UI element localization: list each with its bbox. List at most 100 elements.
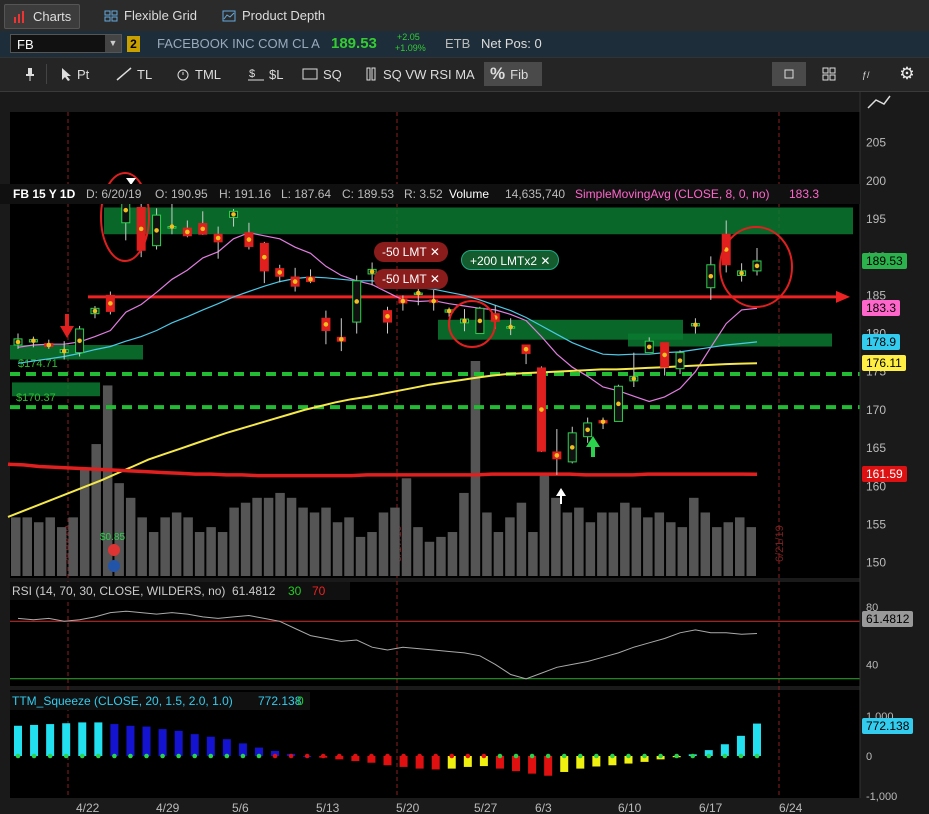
link-group-badge[interactable]: 2 xyxy=(127,36,140,52)
volume-bar xyxy=(528,532,538,576)
squeeze-dot xyxy=(738,753,744,759)
drawing-toolbar: Pt TL TML $ $L SQ SQ VW RSI MA % Fib ƒ/ ⚙ xyxy=(0,58,929,92)
up-arrow-icon xyxy=(560,496,562,504)
squeeze-dot xyxy=(353,753,358,759)
tool-label: Pt xyxy=(77,66,90,82)
square-tool-button[interactable]: SQ xyxy=(296,62,348,86)
candle-dot xyxy=(92,308,98,314)
squeeze-dot xyxy=(176,753,181,759)
pin-icon xyxy=(26,68,34,81)
fib-tool-button[interactable]: % Fib xyxy=(484,62,542,86)
volume-bar xyxy=(252,497,262,576)
candle-dot xyxy=(292,279,298,284)
volume-bar xyxy=(574,507,584,576)
svg-text:ƒ/: ƒ/ xyxy=(862,70,870,80)
squeeze-dot xyxy=(208,753,214,759)
last-price-label: 189.53 xyxy=(862,252,907,269)
pointer-tool-button[interactable]: Pt xyxy=(54,62,95,86)
price-level-tool-button[interactable]: $ $L xyxy=(242,62,289,86)
tml-tool-button[interactable]: TML xyxy=(170,62,227,86)
dollar-line-icon: $ xyxy=(248,68,264,81)
ttm-histogram-bar xyxy=(174,730,183,756)
gear-icon: ⚙ xyxy=(899,64,915,83)
squeeze-dot xyxy=(240,753,246,759)
grid-layout-button[interactable] xyxy=(812,62,846,86)
close-icon[interactable]: ✕ xyxy=(430,245,440,259)
volume-bar xyxy=(332,522,343,576)
candle-dot xyxy=(369,269,375,274)
candle-dot xyxy=(400,298,406,304)
squeeze-dot xyxy=(545,753,551,759)
buy-limit-order[interactable]: +200 LMTx2 ✕ xyxy=(461,250,560,270)
volume-bar xyxy=(160,517,170,576)
squeeze-dot xyxy=(112,753,117,759)
close-icon[interactable]: ✕ xyxy=(430,272,440,286)
info-sma-value: 183.3 xyxy=(789,187,820,201)
ttm-histogram-bar xyxy=(753,723,761,756)
ttm-histogram-bar xyxy=(30,724,39,756)
ttm-histogram-bar xyxy=(46,724,55,756)
single-layout-button[interactable] xyxy=(772,62,806,86)
symbol-input[interactable]: FB ▼ xyxy=(10,34,122,53)
candle-dot xyxy=(15,339,21,345)
volume-bar xyxy=(148,532,159,576)
symbol-bar: FB ▼ 2 FACEBOOK INC COM CL A 189.53 +2.0… xyxy=(0,31,929,58)
info-sma-study: SimpleMovingAvg (CLOSE, 8, 0, no) xyxy=(575,187,770,201)
squeeze-dot xyxy=(256,753,262,759)
chart-area[interactable]: 4/19/195/17/196/21/192052001951901851801… xyxy=(0,92,929,814)
volume-bar xyxy=(355,536,366,576)
study-template-button[interactable]: SQ VW RSI MA xyxy=(358,62,481,86)
chevron-down-icon[interactable]: ▼ xyxy=(105,35,121,52)
company-name: FACEBOOK INC COM CL A xyxy=(157,36,320,51)
squeeze-dot xyxy=(513,753,519,759)
info-close: C: 189.53 xyxy=(342,187,395,201)
volume-bar xyxy=(171,512,182,576)
volume-bar xyxy=(263,497,274,576)
volume-bar xyxy=(68,517,78,576)
volume-bar xyxy=(33,522,44,576)
trendline-icon xyxy=(116,67,132,81)
squeeze-dot xyxy=(433,753,438,759)
x-axis-label: 4/29 xyxy=(156,801,180,814)
studies-icon: ƒ/ xyxy=(862,70,870,80)
squeeze-dot xyxy=(706,753,712,759)
volume-bar xyxy=(539,473,550,576)
squeeze-dot xyxy=(63,753,69,759)
close-icon[interactable]: ✕ xyxy=(540,254,550,268)
rectangle-icon xyxy=(302,68,318,80)
sma20-price-label: 178.9 xyxy=(862,333,901,350)
clock-icon xyxy=(177,69,189,81)
candle-dot xyxy=(662,352,667,358)
pin-button[interactable] xyxy=(18,62,42,86)
volume-bar xyxy=(493,532,504,576)
tab-product-depth[interactable]: Product Depth xyxy=(214,4,333,27)
candle-dot xyxy=(169,224,175,229)
volume-bar xyxy=(217,532,228,576)
trendline-tool-button[interactable]: TL xyxy=(110,62,158,86)
volume-bar xyxy=(470,361,481,576)
tab-label: Charts xyxy=(33,9,72,24)
tab-charts[interactable]: Charts xyxy=(4,4,81,29)
studies-button[interactable]: ƒ/ xyxy=(852,62,886,86)
volume-bar xyxy=(562,512,573,576)
sell-limit-order[interactable]: -50 LMT ✕ xyxy=(374,269,448,289)
up-arrow-icon xyxy=(591,447,595,457)
squeeze-dot xyxy=(224,753,230,759)
zone-price-label: $170.37 xyxy=(16,392,56,404)
volume-bar xyxy=(677,527,688,576)
tab-flexible-grid[interactable]: Flexible Grid xyxy=(96,4,205,27)
x-axis-label: 6/3 xyxy=(535,801,552,814)
price-axis-label: 165 xyxy=(866,441,886,455)
volume-bar xyxy=(712,527,722,576)
candle-dot xyxy=(431,298,436,304)
ttm-histogram-bar xyxy=(222,739,231,756)
squeeze-dot xyxy=(96,753,101,759)
grid-icon xyxy=(104,10,118,21)
candle-dot xyxy=(246,237,252,242)
sell-limit-order[interactable]: -50 LMT ✕ xyxy=(374,242,448,262)
volume-bar xyxy=(240,502,251,576)
volume-bar xyxy=(551,497,561,576)
price-axis-label: 200 xyxy=(866,174,886,188)
settings-button[interactable]: ⚙ xyxy=(892,62,922,86)
volume-bar xyxy=(56,527,67,576)
